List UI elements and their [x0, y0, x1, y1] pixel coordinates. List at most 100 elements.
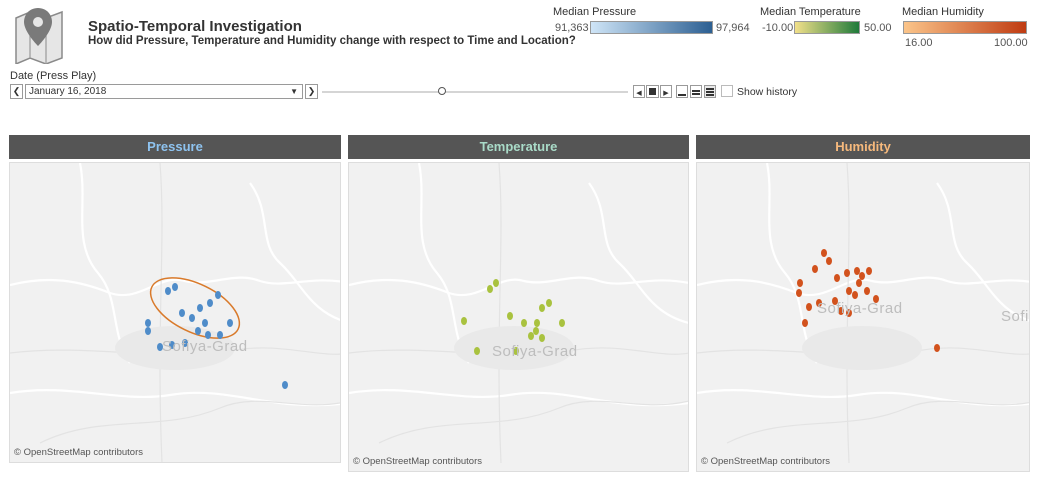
station-marker[interactable]	[165, 287, 171, 295]
map-attribution[interactable]: © OpenStreetMap contributors	[14, 447, 143, 458]
panel-header-temperature: Temperature	[348, 135, 689, 159]
station-marker[interactable]	[812, 265, 818, 273]
station-marker[interactable]	[189, 314, 195, 322]
map-boundary	[349, 389, 688, 407]
map-humidity[interactable]: Sofiya-Grad Sofi © OpenStreetMap contrib…	[696, 162, 1030, 472]
station-marker[interactable]	[534, 319, 540, 327]
legend-pressure-min: 91,363	[555, 22, 589, 34]
speed-medium-button[interactable]	[690, 85, 702, 98]
map-temperature[interactable]: Sofiya-Grad © OpenStreetMap contributors	[348, 162, 689, 472]
station-marker[interactable]	[493, 279, 499, 287]
city-label: Sofiya-Grad	[817, 300, 903, 317]
date-filter-label: Date (Press Play)	[10, 70, 97, 82]
page-title: Spatio-Temporal Investigation	[88, 18, 302, 35]
station-marker[interactable]	[546, 299, 552, 307]
speed-icon	[678, 94, 686, 96]
station-marker[interactable]	[528, 332, 534, 340]
map-boundary	[249, 182, 340, 322]
map-attribution[interactable]: © OpenStreetMap contributors	[701, 456, 830, 467]
station-marker[interactable]	[487, 285, 493, 293]
city-label-secondary: Sofi	[1001, 308, 1029, 325]
stop-icon	[649, 88, 656, 95]
station-marker[interactable]	[821, 249, 827, 257]
station-marker[interactable]	[179, 309, 185, 317]
map-boundary	[78, 163, 131, 364]
show-history-label: Show history	[737, 86, 798, 98]
station-marker[interactable]	[227, 319, 233, 327]
map-boundary	[697, 276, 1029, 296]
station-marker[interactable]	[852, 291, 858, 299]
station-marker[interactable]	[207, 299, 213, 307]
chevron-down-icon: ▼	[290, 87, 298, 96]
station-marker[interactable]	[521, 319, 527, 327]
station-marker[interactable]	[559, 319, 565, 327]
station-marker[interactable]	[797, 279, 803, 287]
station-marker[interactable]	[844, 269, 850, 277]
legend-temperature-max: 50.00	[864, 22, 892, 34]
page-subtitle: How did Pressure, Temperature and Humidi…	[88, 35, 576, 47]
play-forward-icon: ▶	[663, 90, 669, 97]
station-marker[interactable]	[796, 289, 802, 297]
map-road	[498, 163, 502, 464]
station-marker[interactable]	[195, 327, 201, 335]
map-attribution[interactable]: © OpenStreetMap contributors	[353, 456, 482, 467]
map-pressure[interactable]: Sofiya-Grad © OpenStreetMap contributors	[9, 162, 341, 463]
station-marker[interactable]	[215, 291, 221, 299]
legend-humidity-bar	[903, 21, 1027, 34]
panel-title-temperature: Temperature	[479, 139, 558, 154]
date-slider-track[interactable]	[322, 91, 628, 93]
station-marker[interactable]	[474, 347, 480, 355]
play-back-button[interactable]: ◀	[633, 85, 645, 98]
map-boundary	[588, 182, 688, 324]
station-marker[interactable]	[854, 267, 860, 275]
map-boundary	[765, 163, 818, 364]
legend-pressure-title: Median Pressure	[553, 6, 637, 18]
legend-temperature-min: -10.00	[762, 22, 794, 34]
station-marker[interactable]	[856, 279, 862, 287]
station-marker[interactable]	[846, 287, 852, 295]
legend-pressure-bar	[590, 21, 713, 34]
panel-title-pressure: Pressure	[147, 139, 203, 154]
station-marker[interactable]	[282, 381, 288, 389]
map-pin-icon	[12, 6, 66, 66]
station-marker[interactable]	[197, 304, 203, 312]
station-marker[interactable]	[533, 327, 539, 335]
station-marker[interactable]	[461, 317, 467, 325]
station-marker[interactable]	[934, 344, 940, 352]
station-marker[interactable]	[864, 287, 870, 295]
station-marker[interactable]	[834, 274, 840, 282]
station-marker[interactable]	[806, 303, 812, 311]
station-marker[interactable]	[859, 272, 865, 280]
show-history-checkbox[interactable]	[721, 85, 733, 97]
map-boundary	[697, 389, 1029, 407]
legend-humidity-title: Median Humidity	[902, 6, 984, 18]
station-marker[interactable]	[507, 312, 513, 320]
station-marker[interactable]	[539, 304, 545, 312]
date-slider-thumb[interactable]	[438, 87, 446, 95]
chevron-left-icon: ❮	[12, 86, 21, 96]
station-marker[interactable]	[202, 319, 208, 327]
station-marker[interactable]	[539, 334, 545, 342]
speed-fast-button[interactable]	[704, 85, 716, 98]
station-marker[interactable]	[802, 319, 808, 327]
date-select-value: January 16, 2018	[29, 86, 107, 97]
play-forward-button[interactable]: ▶	[660, 85, 672, 98]
stop-button[interactable]	[646, 85, 659, 98]
station-marker[interactable]	[145, 319, 151, 327]
legend-humidity-min: 16.00	[905, 37, 933, 49]
city-label: Sofiya-Grad	[492, 343, 578, 360]
next-date-button[interactable]: ❯	[305, 84, 318, 99]
map-road	[378, 400, 688, 444]
station-marker[interactable]	[826, 257, 832, 265]
station-marker[interactable]	[145, 327, 151, 335]
prev-date-button[interactable]: ❮	[10, 84, 23, 99]
date-select[interactable]: January 16, 2018 ▼	[25, 84, 303, 99]
station-marker[interactable]	[866, 267, 872, 275]
map-boundary	[417, 163, 470, 364]
speed-slow-button[interactable]	[676, 85, 688, 98]
urban-area	[802, 326, 922, 370]
legend-temperature-bar	[794, 21, 860, 34]
map-road	[726, 400, 1029, 444]
panel-header-humidity: Humidity	[696, 135, 1030, 159]
station-marker[interactable]	[172, 283, 178, 291]
